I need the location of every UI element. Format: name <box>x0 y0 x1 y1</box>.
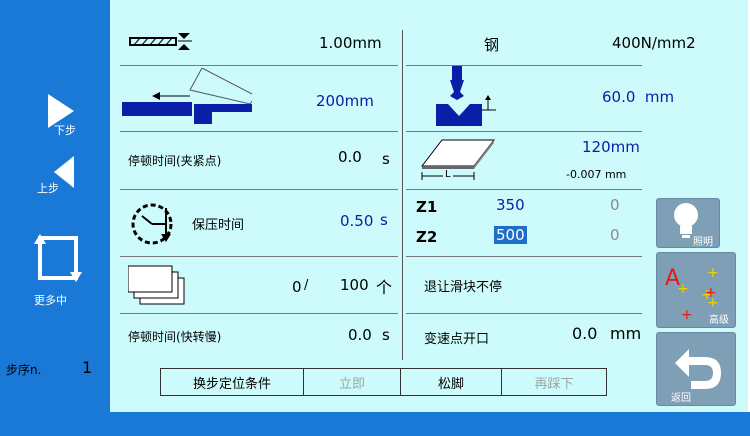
svg-text:+: + <box>681 307 693 319</box>
die-opening-value: 60.0 mm <box>602 88 675 106</box>
retract-label: 退让滑块不停 <box>424 280 503 295</box>
die-opening-cell[interactable]: 60.0 mm <box>406 66 726 130</box>
counter-total: 100 <box>340 276 369 294</box>
tab-immediate[interactable]: 立即 <box>303 368 401 396</box>
counter-done: 0 <box>292 278 302 296</box>
thickness-cell[interactable]: 1.00mm <box>120 28 398 64</box>
dwell-fast-label: 停顿时间(快转慢) <box>128 330 222 344</box>
clock-icon <box>131 203 173 245</box>
dwell-fast-cell[interactable]: 停顿时间(快转慢) 0.0 s <box>120 314 398 358</box>
svg-text:+: + <box>677 281 689 297</box>
advanced-cursor-icon: A + + + + + + <box>665 265 719 319</box>
more-label: 更多中 <box>34 294 67 307</box>
sheet-length-icon <box>420 139 496 180</box>
sidebar: 下步 上步 更多中 步序n. 1 <box>0 0 110 436</box>
counter-separator: / <box>304 278 309 293</box>
stack-sheets-icon <box>128 265 185 305</box>
retract-cell[interactable]: 退让滑块不停 <box>406 258 642 312</box>
advanced-button[interactable]: A + + + + + + 高级 <box>656 252 736 328</box>
next-step-button[interactable]: 下步 <box>40 92 80 138</box>
dwell-fast-unit: s <box>382 326 390 344</box>
punch-die-icon <box>436 66 496 126</box>
hold-time-value: 0.50 <box>340 212 374 230</box>
z2-value-selected[interactable]: 500 <box>494 226 527 244</box>
next-step-label: 下步 <box>54 124 76 137</box>
step-number-label: 步序n. <box>6 363 42 377</box>
column-divider <box>402 30 403 360</box>
step-number-value: 1 <box>82 358 93 377</box>
return-arrow-icon <box>675 349 721 389</box>
speed-change-unit: mm <box>610 324 642 343</box>
back-button[interactable]: 返回 <box>656 332 736 406</box>
light-button[interactable]: 照明 <box>656 198 720 248</box>
flange-value: 200mm <box>316 92 374 110</box>
dwell-clamp-cell[interactable]: 停顿时间(夹紧点) 0.0 s <box>120 132 398 188</box>
row-divider <box>120 256 398 257</box>
svg-text:+: + <box>707 265 719 281</box>
light-label: 照明 <box>693 237 713 248</box>
counter-cell[interactable]: 0 / 100 个 <box>120 258 398 312</box>
material-cell[interactable]: 钢 400N/mm2 <box>406 28 726 64</box>
counter-unit: 个 <box>376 278 393 297</box>
speed-change-label: 变速点开口 <box>424 332 490 347</box>
more-button[interactable]: 更多中 <box>30 232 86 308</box>
tab-press-again[interactable]: 再踩下 <box>501 368 607 396</box>
tab-step-condition[interactable]: 换步定位条件 <box>160 368 304 396</box>
length-icon-letter: L <box>443 169 453 180</box>
prev-step-label: 上步 <box>37 182 59 195</box>
prev-step-button[interactable]: 上步 <box>34 154 80 195</box>
hold-time-label: 保压时间 <box>192 218 245 233</box>
advanced-label: 高级 <box>709 315 729 326</box>
length-sub-value: -0.007 mm <box>566 168 627 181</box>
material-name: 钢 <box>484 36 500 54</box>
z1-label: Z1 <box>416 198 438 216</box>
length-cell[interactable]: L 120mm -0.007 mm <box>406 132 726 188</box>
length-value: 120mm <box>582 138 640 156</box>
z-axis-cell: Z1 350 0 Z2 500 0 <box>406 190 646 254</box>
back-label: 返回 <box>671 393 691 404</box>
thickness-value: 1.00mm <box>319 34 382 52</box>
z1-actual: 0 <box>610 196 620 214</box>
main-panel: 1.00mm 钢 400N/mm2 200mm 60.0 mm 停顿时间(夹紧点… <box>110 0 748 412</box>
row-divider <box>406 256 642 257</box>
svg-text:+: + <box>705 285 717 301</box>
z2-actual: 0 <box>610 226 620 244</box>
bottom-bar <box>0 412 750 436</box>
dwell-fast-value: 0.0 <box>348 326 372 344</box>
cycle-icon <box>34 234 82 282</box>
flange-cell[interactable]: 200mm <box>120 66 398 130</box>
sheet-thickness-icon <box>129 33 192 50</box>
hold-time-unit: s <box>380 211 388 229</box>
z2-label: Z2 <box>416 228 438 246</box>
speed-change-cell[interactable]: 变速点开口 0.0 mm <box>406 314 642 358</box>
speed-change-value: 0.0 <box>572 324 598 343</box>
tab-release-foot[interactable]: 松脚 <box>400 368 502 396</box>
dwell-clamp-unit: s <box>382 150 390 168</box>
backgauge-flange-icon <box>122 68 252 124</box>
dwell-clamp-label: 停顿时间(夹紧点) <box>128 154 222 168</box>
hold-time-cell[interactable]: 保压时间 0.50 s <box>120 190 398 254</box>
z1-value[interactable]: 350 <box>496 196 525 214</box>
dwell-clamp-value: 0.0 <box>338 148 362 166</box>
material-strength: 400N/mm2 <box>612 34 696 52</box>
